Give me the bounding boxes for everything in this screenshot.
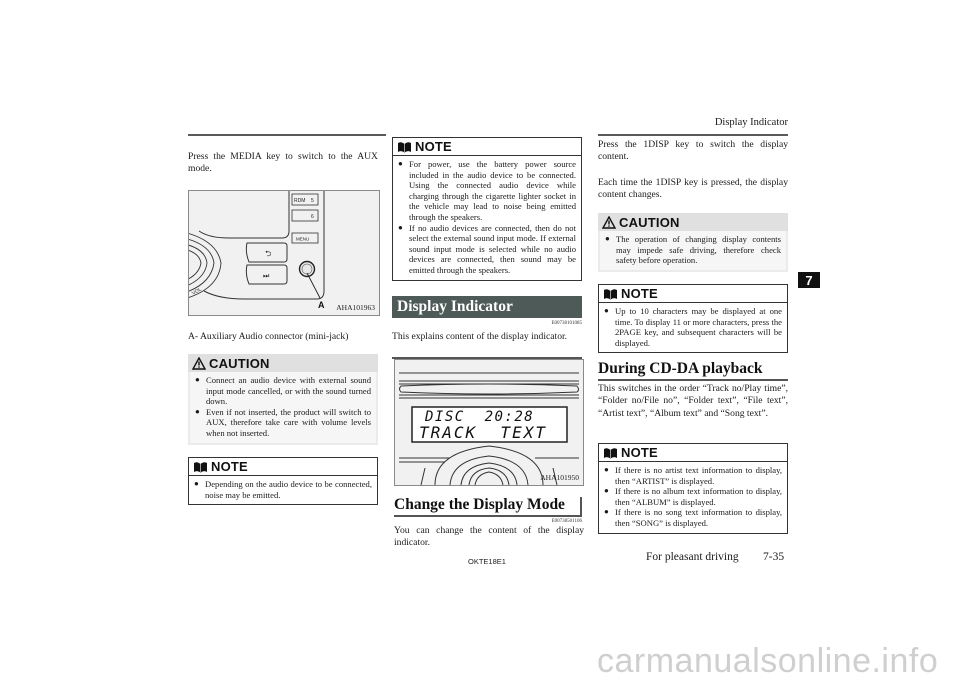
rdm-key-label: RDM <box>294 198 305 204</box>
back-icon: ⮌ <box>265 249 271 258</box>
open-book-icon <box>604 447 617 458</box>
callout-a: A <box>318 300 325 310</box>
list-item: ● If no audio devices are connected, then… <box>398 222 576 275</box>
bullet-icon: ● <box>195 375 200 384</box>
footer-section: For pleasant driving <box>646 551 739 563</box>
caution-box: CAUTION ● Connect an audio device with ex… <box>188 354 378 445</box>
note-title: NOTE <box>621 445 658 460</box>
chapter-tab: 7 <box>798 272 820 288</box>
note-box: NOTE ● Depending on the audio device to b… <box>188 457 378 506</box>
list-item: ● If there is no album text information t… <box>604 486 782 507</box>
audio-panel-illustration: VOL ⮌ ⏭ RDM 5 6 MENU A <box>189 191 379 315</box>
figure-code: AHA101950 <box>540 473 579 482</box>
key-5-label: 5 <box>311 198 314 204</box>
disp-key-text: Press the 1DISP key to switch the displa… <box>598 139 788 163</box>
header-rule-left <box>188 134 386 136</box>
caution-title: CAUTION <box>209 355 270 371</box>
key-6-label: 6 <box>311 214 314 220</box>
aux-intro-text: Press the MEDIA key to switch to the AUX… <box>188 151 378 175</box>
section-code: E00738101085 <box>551 321 582 326</box>
list-item: ● The operation of changing display conte… <box>605 234 781 266</box>
list-item: ● Even if not inserted, the product will … <box>195 406 371 438</box>
note-box: NOTE ● For power, use the battery power s… <box>392 137 582 281</box>
bullet-icon: ● <box>195 406 200 416</box>
section-intro-text: This explains content of the display ind… <box>392 331 568 342</box>
header-rule-right <box>598 134 788 136</box>
bullet-icon: ● <box>605 234 610 243</box>
disp-key-cycle-text: Each time the 1DISP key is pressed, the … <box>598 177 788 201</box>
figure-caption: A- Auxiliary Audio connector (mini-jack) <box>188 331 349 342</box>
section-title: Display Indicator <box>397 298 513 315</box>
subsection-title: Change the Display Mode <box>394 496 580 517</box>
open-book-icon <box>398 141 411 152</box>
cd-da-order-text: This switches in the order “Track no/Pla… <box>598 383 788 419</box>
caution-box: CAUTION ● The operation of changing displ… <box>598 213 788 272</box>
subsection-title: During CD-DA playback <box>598 360 788 381</box>
list-item: ● Up to 10 characters may be displayed at… <box>604 306 782 348</box>
note-box: NOTE ● If there is no artist text informa… <box>598 443 788 534</box>
subsection-rule-end <box>580 497 582 517</box>
bullet-icon: ● <box>398 159 403 168</box>
menu-key-label: MENU <box>296 237 309 242</box>
page-number: 7-35 <box>763 551 785 563</box>
open-book-icon <box>194 461 207 472</box>
subsection-code: E00738501106 <box>551 519 582 524</box>
lcd-line-2: TRACK TEXT <box>419 423 547 442</box>
watermark[interactable]: carmanualsonline.info <box>597 642 938 681</box>
note-title: NOTE <box>415 139 452 154</box>
display-figure: DISC 20:28 TRACK TEXT AHA101950 <box>394 359 584 486</box>
bullet-icon: ● <box>604 486 609 496</box>
list-item: ● If there is no artist text information … <box>604 465 782 486</box>
bullet-icon: ● <box>194 479 199 488</box>
figure-code: AHA101963 <box>336 303 375 312</box>
list-item: ● Connect an audio device with external s… <box>195 375 371 407</box>
chapter-tab-number: 7 <box>805 272 813 288</box>
note-box: NOTE ● Up to 10 characters may be display… <box>598 284 788 354</box>
list-item: ● For power, use the battery power source… <box>398 159 576 222</box>
aux-figure: VOL ⮌ ⏭ RDM 5 6 MENU A AHA101963 <box>188 190 380 316</box>
bullet-icon: ● <box>604 465 609 474</box>
bullet-icon: ● <box>398 222 403 232</box>
warning-triangle-icon <box>602 215 616 229</box>
list-item: ● If there is no song text information to… <box>604 507 782 528</box>
bullet-icon: ● <box>604 306 609 315</box>
bullet-icon: ● <box>604 507 609 517</box>
warning-triangle-icon <box>192 356 206 370</box>
section-title-bar: Display Indicator <box>392 296 582 318</box>
caution-title: CAUTION <box>619 214 680 230</box>
running-header: Display Indicator <box>714 117 788 128</box>
subsection-intro-text: You can change the content of the displa… <box>394 525 584 549</box>
list-item: ● Depending on the audio device to be con… <box>194 479 372 500</box>
note-title: NOTE <box>211 459 248 474</box>
open-book-icon <box>604 288 617 299</box>
skip-forward-icon: ⏭ <box>263 272 270 280</box>
footer-code: OKTE18E1 <box>468 557 506 566</box>
note-title: NOTE <box>621 286 658 301</box>
